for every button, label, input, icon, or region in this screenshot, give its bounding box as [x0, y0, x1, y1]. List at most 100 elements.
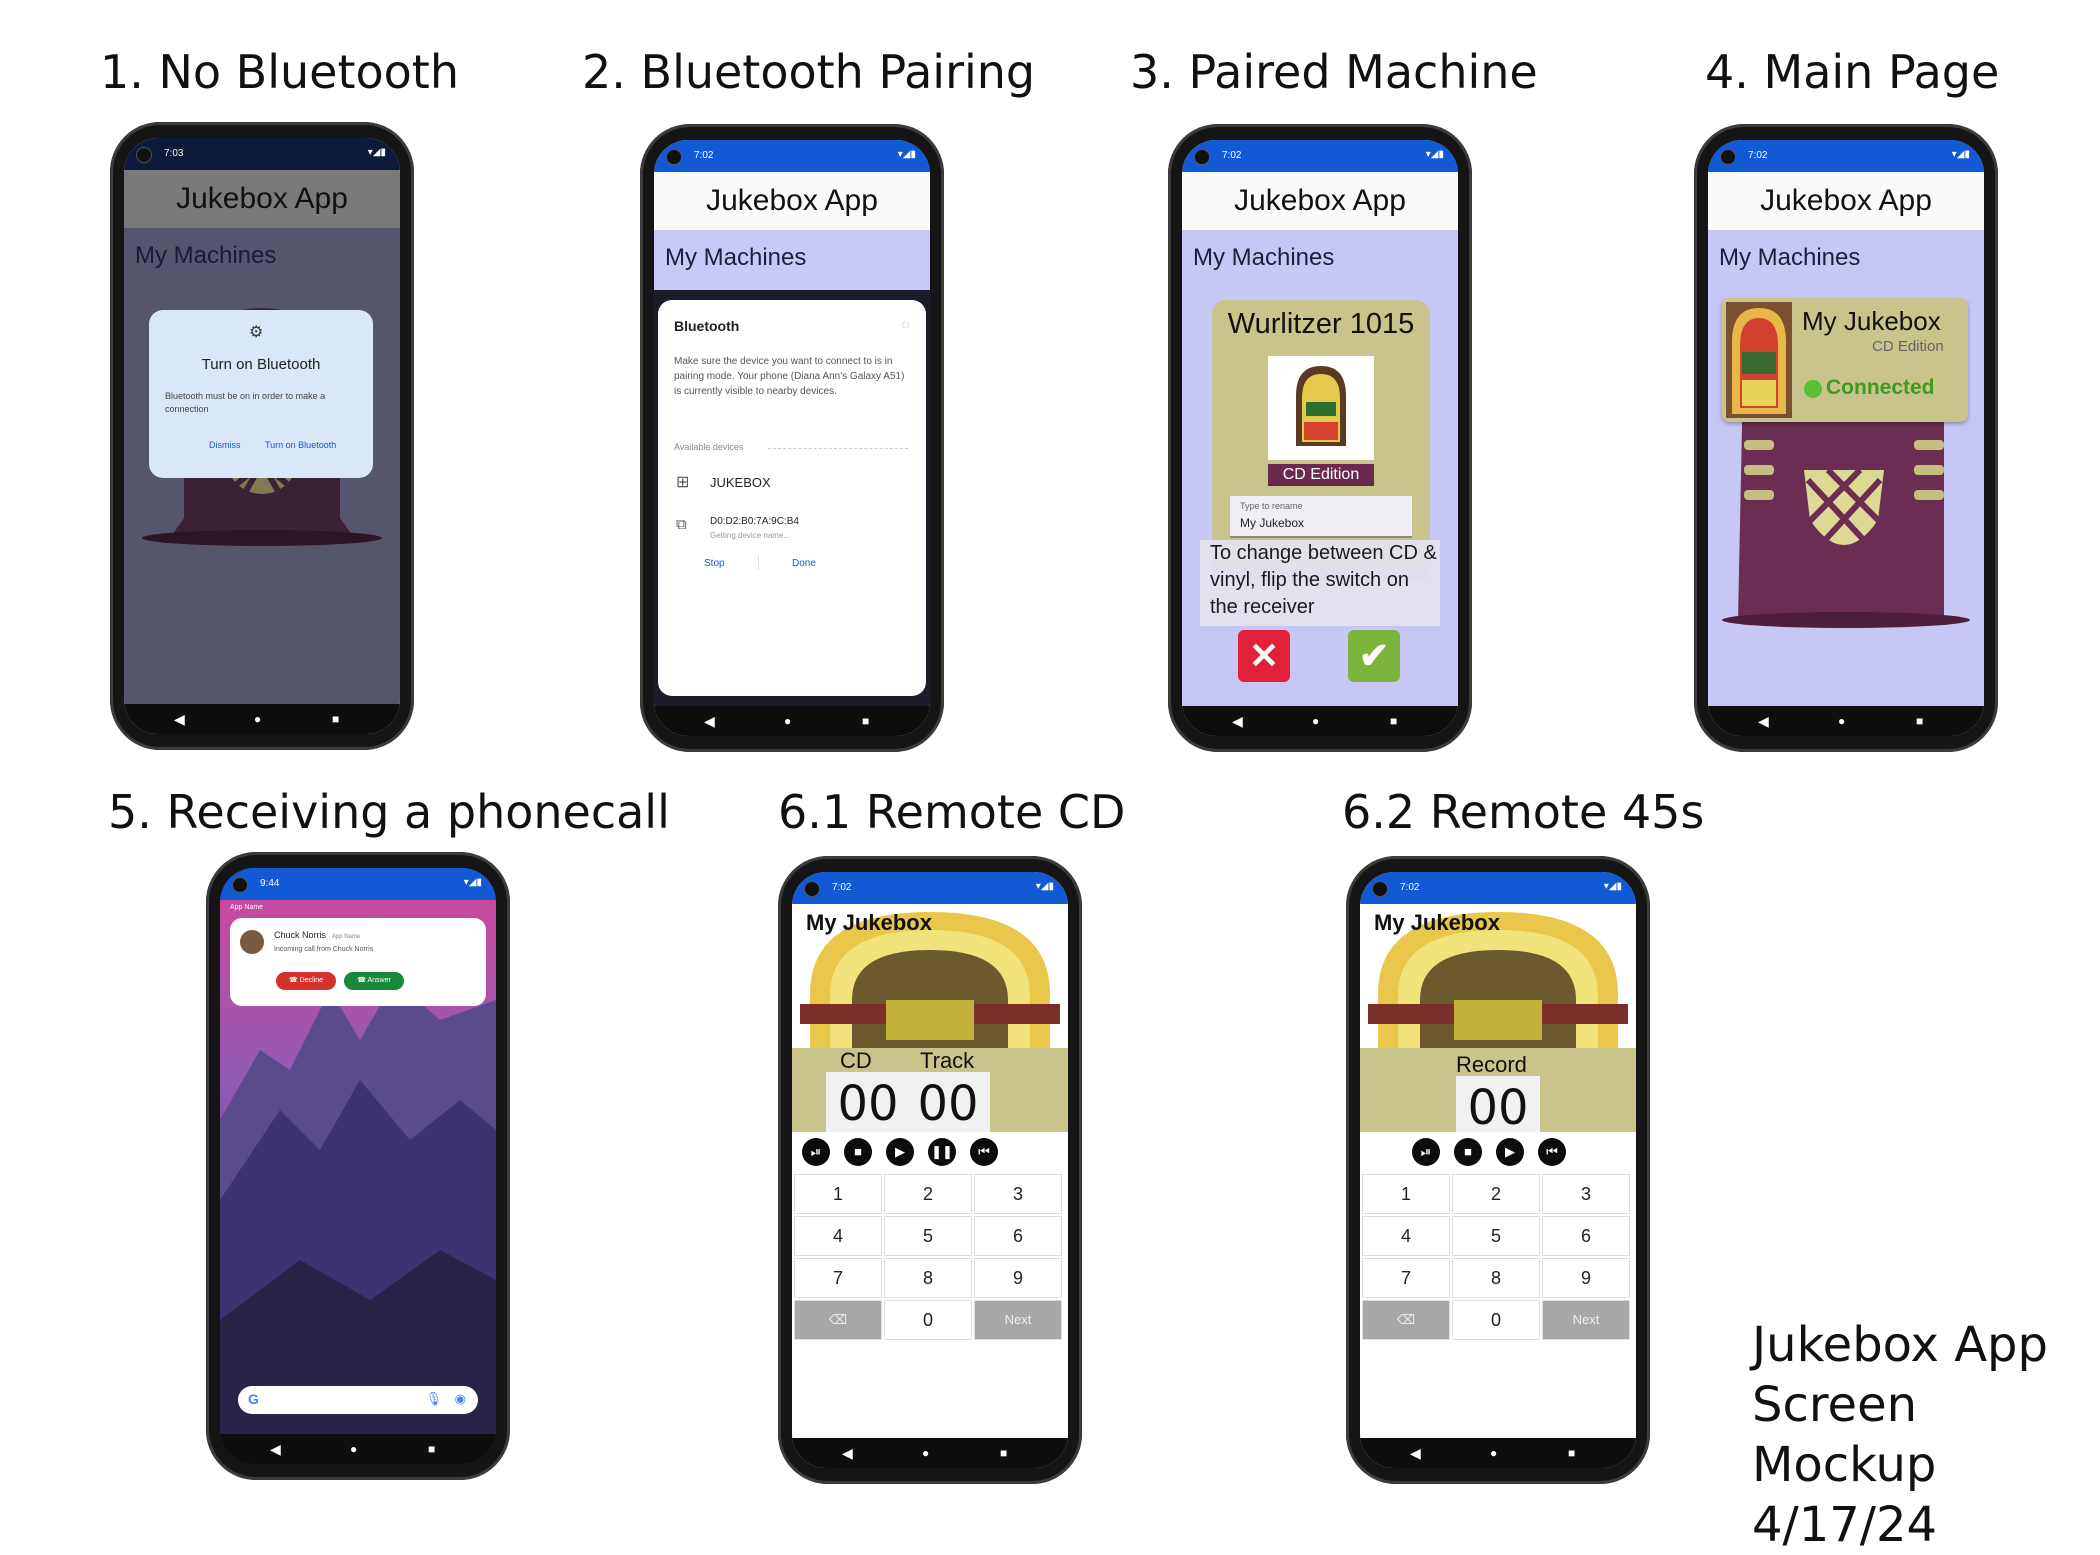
home-icon[interactable]: ● — [784, 714, 791, 728]
play-pause-toggle-icon[interactable]: ⏯ — [1412, 1138, 1440, 1166]
recents-icon[interactable]: ■ — [1000, 1446, 1007, 1460]
nav-bar: ◀ ● ■ — [1360, 1438, 1636, 1468]
nav-bar: ◀ ● ■ — [1708, 706, 1984, 736]
done-button[interactable]: Done — [792, 558, 816, 569]
my-jukebox-card[interactable]: My Jukebox CD Edition Connected — [1722, 298, 1968, 422]
key-5[interactable]: 5 — [1452, 1216, 1540, 1256]
key-8[interactable]: 8 — [1452, 1258, 1540, 1298]
status-bar: 7:02 ▾◢▮ — [654, 140, 930, 172]
status-time: 7:02 — [1400, 882, 1420, 893]
rename-field[interactable]: Type to rename My Jukebox — [1230, 496, 1412, 538]
caller-name: Chuck Norris — [274, 930, 327, 940]
play-pause-toggle-icon[interactable]: ⏯ — [802, 1138, 830, 1166]
recents-icon[interactable]: ■ — [1390, 714, 1397, 728]
google-logo-icon: G — [248, 1391, 259, 1407]
key-0[interactable]: 0 — [884, 1300, 972, 1340]
key-5[interactable]: 5 — [884, 1216, 972, 1256]
key-1[interactable]: 1 — [1362, 1174, 1450, 1214]
status-bar: 9:44 ▾◢▮ — [220, 868, 496, 900]
key-4[interactable]: 4 — [794, 1216, 882, 1256]
back-icon[interactable]: ◀ — [842, 1445, 853, 1462]
phone-remote-cd: 7:02 ▾◢▮ My Jukebox CD Track 00 00 ⏯ ■ ▶… — [778, 856, 1082, 1484]
search-bar[interactable]: G 🎙 ◉ — [238, 1386, 478, 1414]
previous-icon[interactable]: ⏮ — [970, 1138, 998, 1166]
device-address: D0:D2:B0:7A:9C:B4 — [710, 516, 799, 527]
phone-remote-45s: 7:02 ▾◢▮ My Jukebox Record 00 ⏯ ■ ▶ ⏮ 1 … — [1346, 856, 1650, 1484]
key-8[interactable]: 8 — [884, 1258, 972, 1298]
stop-icon[interactable]: ■ — [1454, 1138, 1482, 1166]
dismiss-button[interactable]: Dismiss — [209, 440, 241, 450]
next-button[interactable]: Next — [1542, 1300, 1630, 1340]
pause-icon[interactable]: ❚❚ — [928, 1138, 956, 1166]
home-icon[interactable]: ● — [1490, 1446, 1497, 1460]
recents-icon[interactable]: ■ — [1916, 714, 1923, 728]
screen-remote-45s: 7:02 ▾◢▮ My Jukebox Record 00 ⏯ ■ ▶ ⏮ 1 … — [1360, 872, 1636, 1468]
key-9[interactable]: 9 — [1542, 1258, 1630, 1298]
record-number-display: 00 — [1456, 1076, 1540, 1140]
signal-icons: ▾◢▮ — [367, 147, 386, 158]
edition-badge: CD Edition — [1268, 464, 1374, 486]
machine-name: My Jukebox — [1802, 306, 1941, 336]
key-4[interactable]: 4 — [1362, 1216, 1450, 1256]
back-icon[interactable]: ◀ — [270, 1441, 281, 1458]
label-remote-45s: 6.2 Remote 45s — [1342, 785, 1705, 839]
key-2[interactable]: 2 — [884, 1174, 972, 1214]
stop-button[interactable]: Stop — [704, 558, 725, 569]
back-icon[interactable]: ◀ — [1410, 1445, 1421, 1462]
key-2[interactable]: 2 — [1452, 1174, 1540, 1214]
lens-icon[interactable]: ◉ — [455, 1391, 466, 1407]
key-6[interactable]: 6 — [974, 1216, 1062, 1256]
key-6[interactable]: 6 — [1542, 1216, 1630, 1256]
device-row-mac[interactable]: ⧉ D0:D2:B0:7A:9C:B4 Getting device name.… — [668, 510, 916, 550]
recents-icon[interactable]: ■ — [428, 1442, 435, 1456]
play-icon[interactable]: ▶ — [1496, 1138, 1524, 1166]
stop-icon[interactable]: ■ — [844, 1138, 872, 1166]
incoming-call-notification[interactable]: Chuck Norris · App Name Incoming call fr… — [230, 918, 486, 1006]
key-3[interactable]: 3 — [974, 1174, 1062, 1214]
status-bar: 7:02 ▾◢▮ — [1182, 140, 1458, 172]
back-icon[interactable]: ◀ — [1232, 713, 1243, 730]
key-7[interactable]: 7 — [794, 1258, 882, 1298]
track-label: Track — [920, 1048, 975, 1073]
device-row-jukebox[interactable]: ⊞ JUKEBOX — [668, 466, 916, 500]
cd-number-display: 00 — [826, 1072, 910, 1136]
answer-button[interactable]: ☎ Answer — [344, 972, 404, 990]
screen-main-page: 7:02 ▾◢▮ Jukebox App My Machines My Juke… — [1708, 140, 1984, 736]
back-icon[interactable]: ◀ — [704, 713, 715, 730]
confirm-check-icon[interactable]: ✔ — [1348, 630, 1400, 682]
next-button[interactable]: Next — [974, 1300, 1062, 1340]
back-icon[interactable]: ◀ — [174, 711, 185, 728]
app-bar: Jukebox App — [124, 170, 400, 228]
key-7[interactable]: 7 — [1362, 1258, 1450, 1298]
phone-bluetooth-pairing: 7:02 ▾◢▮ Jukebox App My Machines Bluetoo… — [640, 124, 944, 752]
home-icon[interactable]: ● — [254, 712, 261, 726]
device-status: Getting device name... — [710, 531, 791, 540]
play-icon[interactable]: ▶ — [886, 1138, 914, 1166]
microphone-icon[interactable]: 🎙 — [425, 1391, 442, 1407]
home-icon[interactable]: ● — [350, 1442, 357, 1456]
signal-icons: ▾◢▮ — [1603, 881, 1622, 892]
back-icon[interactable]: ◀ — [1758, 713, 1769, 730]
recents-icon[interactable]: ■ — [1568, 1446, 1575, 1460]
home-icon[interactable]: ● — [922, 1446, 929, 1460]
key-1[interactable]: 1 — [794, 1174, 882, 1214]
key-0[interactable]: 0 — [1452, 1300, 1540, 1340]
remote-title: My Jukebox — [806, 910, 932, 935]
recents-icon[interactable]: ■ — [332, 712, 339, 726]
nav-bar: ◀ ● ■ — [792, 1438, 1068, 1468]
cancel-x-icon[interactable]: ✕ — [1238, 630, 1290, 682]
signal-icons: ▾◢▮ — [1035, 881, 1054, 892]
home-icon[interactable]: ● — [1838, 714, 1845, 728]
backspace-icon[interactable]: ⌫ — [794, 1300, 882, 1340]
label-bluetooth-pairing: 2. Bluetooth Pairing — [582, 45, 1036, 99]
previous-icon[interactable]: ⏮ — [1538, 1138, 1566, 1166]
available-devices-header: Available devices — [674, 442, 744, 452]
home-icon[interactable]: ● — [1312, 714, 1319, 728]
decline-button[interactable]: ☎ Decline — [276, 972, 336, 990]
rename-value: My Jukebox — [1240, 516, 1305, 530]
recents-icon[interactable]: ■ — [862, 714, 869, 728]
key-9[interactable]: 9 — [974, 1258, 1062, 1298]
turn-on-bluetooth-button[interactable]: Turn on Bluetooth — [265, 440, 336, 450]
backspace-icon[interactable]: ⌫ — [1362, 1300, 1450, 1340]
key-3[interactable]: 3 — [1542, 1174, 1630, 1214]
